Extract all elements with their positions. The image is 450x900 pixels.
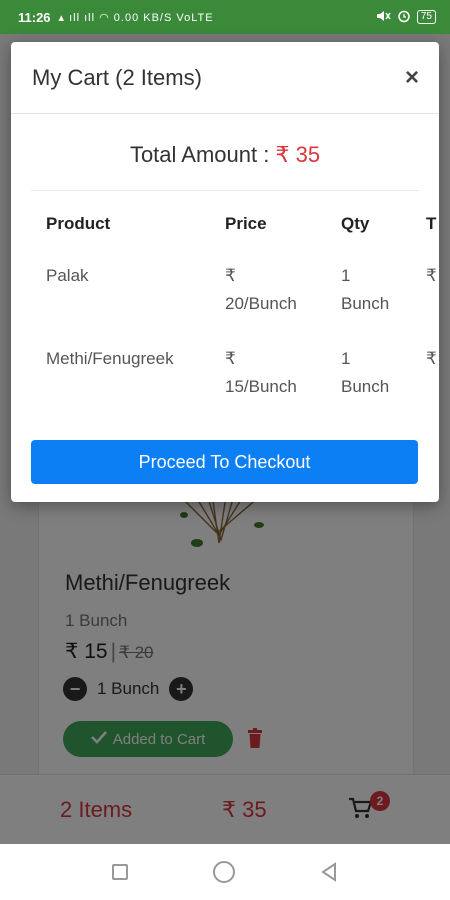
row-product: Methi/Fenugreek	[46, 349, 174, 368]
row-price-unit: 20/Bunch	[225, 294, 297, 313]
status-time: 11:26	[18, 9, 51, 25]
modal-header: My Cart (2 Items) ×	[11, 42, 439, 114]
home-icon[interactable]	[212, 861, 235, 883]
recent-apps-icon[interactable]	[112, 864, 129, 880]
column-header-price: Price	[225, 214, 267, 233]
modal-title: My Cart (2 Items)	[32, 64, 202, 90]
proceed-to-checkout-button[interactable]: Proceed To Checkout	[31, 440, 418, 484]
total-amount-row: Total Amount : ₹ 35	[11, 142, 439, 184]
row-qty-value: 1	[341, 349, 351, 368]
row-price-unit: 15/Bunch	[225, 377, 297, 396]
row-product: Palak	[46, 266, 89, 285]
column-header-total: T	[426, 214, 437, 233]
total-amount-value: ₹ 35	[275, 142, 321, 167]
row-total: ₹	[426, 266, 437, 285]
row-total: ₹	[426, 349, 437, 368]
status-right-icons: 75	[375, 9, 436, 26]
row-qty-unit: Bunch	[341, 294, 390, 313]
signal-indicators: ▴ ıll ıll ◠ 0.00 KB/S VoLTE	[58, 11, 214, 24]
row-qty: 1 Bunch	[341, 262, 389, 318]
column-header-qty: Qty	[341, 214, 370, 233]
divider	[31, 190, 419, 191]
row-qty-unit: Bunch	[341, 377, 390, 396]
column-header-product: Product	[46, 214, 111, 233]
row-price-symbol: ₹	[225, 266, 236, 285]
row-price: ₹20/Bunch	[225, 262, 297, 318]
battery-indicator: 75	[416, 10, 436, 24]
status-bar: 11:26 ▴ ıll ıll ◠ 0.00 KB/S VoLTE 75	[0, 0, 450, 34]
back-icon[interactable]	[320, 862, 338, 882]
total-amount-label: Total Amount :	[129, 142, 276, 167]
row-price: ₹15/Bunch	[225, 345, 297, 401]
row-qty-value: 1	[341, 266, 351, 285]
alarm-icon	[397, 9, 411, 26]
close-button[interactable]: ×	[405, 65, 419, 90]
row-price-symbol: ₹	[225, 349, 236, 368]
system-nav-bar	[0, 844, 450, 900]
row-qty: 1 Bunch	[341, 345, 389, 401]
cart-modal: My Cart (2 Items) × Total Amount : ₹ 35 …	[11, 42, 439, 502]
mute-icon	[375, 9, 391, 26]
